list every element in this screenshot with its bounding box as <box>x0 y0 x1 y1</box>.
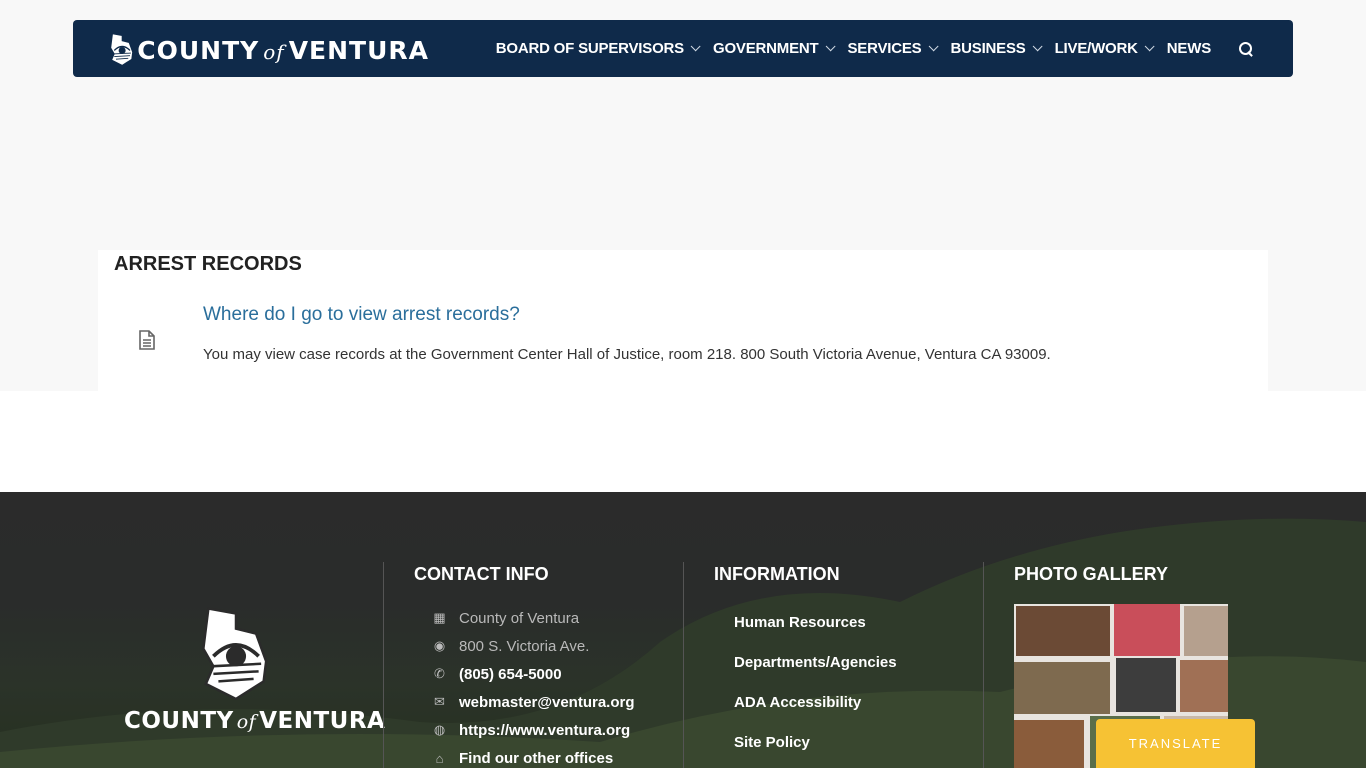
contact-text: County of Ventura <box>459 609 580 627</box>
info-link-human-resources[interactable]: Human Resources <box>734 614 897 654</box>
information-list: Human Resources Departments/Agencies ADA… <box>734 614 897 768</box>
search-icon[interactable] <box>1239 41 1253 56</box>
chevron-down-icon <box>690 41 701 52</box>
email-link[interactable]: webmaster@ventura.org <box>459 694 635 711</box>
logo-county: COUNTY <box>137 35 260 65</box>
footer-divider <box>683 562 684 768</box>
nav-label: BUSINESS <box>950 40 1026 57</box>
contact-row: ◉ 800 S. Victoria Ave. <box>432 632 635 660</box>
contact-list: ▦ County of Ventura ◉ 800 S. Victoria Av… <box>432 604 635 768</box>
nav-label: GOVERNMENT <box>712 40 819 57</box>
footer-logo[interactable]: COUNTY of VENTURA <box>120 606 385 746</box>
nav-board-of-supervisors[interactable]: BOARD OF SUPERVISORS <box>495 40 701 57</box>
info-link-site-policy[interactable]: Site Policy <box>734 734 897 768</box>
website-link[interactable]: https://www.ventura.org <box>459 722 630 739</box>
nav-news[interactable]: NEWS <box>1167 40 1211 57</box>
nav-label: LIVE/WORK <box>1054 40 1138 57</box>
faq-question-link[interactable]: Where do I go to view arrest records? <box>203 304 520 326</box>
faq-answer: You may view case records at the Governm… <box>203 346 1051 363</box>
nav-label: BOARD OF SUPERVISORS <box>495 40 684 57</box>
site-header: COUNTY of VENTURA BOARD OF SUPERVISORS G… <box>73 20 1293 77</box>
content-spacer <box>0 391 1366 492</box>
building-icon: ▦ <box>433 610 446 625</box>
nav-label: SERVICES <box>847 40 922 57</box>
chevron-down-icon <box>1144 41 1155 52</box>
contact-text: 800 S. Victoria Ave. <box>459 637 590 655</box>
bank-icon: ⌂ <box>435 750 444 766</box>
phone-link[interactable]: (805) 654-5000 <box>459 666 562 683</box>
envelope-icon: ✉ <box>434 694 445 709</box>
nav-services[interactable]: SERVICES <box>847 40 939 57</box>
logo-county: COUNTY <box>124 708 234 734</box>
info-link-departments[interactable]: Departments/Agencies <box>734 654 897 694</box>
nav-government[interactable]: GOVERNMENT <box>712 40 836 57</box>
main-nav: BOARD OF SUPERVISORS GOVERNMENT SERVICES… <box>480 20 1253 77</box>
footer-divider <box>383 562 384 768</box>
information-title: INFORMATION <box>714 564 840 584</box>
photo-gallery-title: PHOTO GALLERY <box>1014 564 1169 584</box>
info-link-ada[interactable]: ADA Accessibility <box>734 694 897 734</box>
logo-ventura: VENTURA <box>288 35 429 65</box>
nav-business[interactable]: BUSINESS <box>950 40 1043 57</box>
contact-row[interactable]: ◍ https://www.ventura.org <box>432 716 635 744</box>
county-seal-icon <box>110 33 134 66</box>
chevron-down-icon <box>1032 41 1043 52</box>
logo-of: of <box>236 711 257 733</box>
document-icon <box>139 330 155 350</box>
chevron-down-icon <box>928 41 939 52</box>
contact-row: ▦ County of Ventura <box>432 604 635 632</box>
footer-divider <box>983 562 984 768</box>
globe-icon: ◍ <box>433 722 446 737</box>
logo-of: of <box>263 39 285 64</box>
contact-row[interactable]: ✆ (805) 654-5000 <box>432 660 635 688</box>
translate-button[interactable]: TRANSLATE <box>1096 719 1255 768</box>
county-seal-icon <box>202 607 268 701</box>
offices-link[interactable]: Find our other offices <box>459 750 613 767</box>
nav-live-work[interactable]: LIVE/WORK <box>1054 40 1155 57</box>
logo-ventura: VENTURA <box>259 708 386 734</box>
section-title: ARREST RECORDS <box>114 253 302 275</box>
contact-row[interactable]: ✉ webmaster@ventura.org <box>432 688 635 716</box>
county-logo[interactable]: COUNTY of VENTURA <box>109 10 429 90</box>
faq-card: ARREST RECORDS Where do I go to view arr… <box>98 250 1268 391</box>
footer-logo-wordmark: COUNTY of VENTURA <box>124 708 385 734</box>
logo-wordmark: COUNTY of VENTURA <box>137 36 429 65</box>
nav-label: NEWS <box>1166 40 1211 57</box>
contact-title: CONTACT INFO <box>414 564 549 584</box>
map-pin-icon: ◉ <box>433 638 446 653</box>
chevron-down-icon <box>825 41 836 52</box>
phone-icon: ✆ <box>434 666 445 681</box>
contact-row[interactable]: ⌂ Find our other offices <box>432 744 635 768</box>
